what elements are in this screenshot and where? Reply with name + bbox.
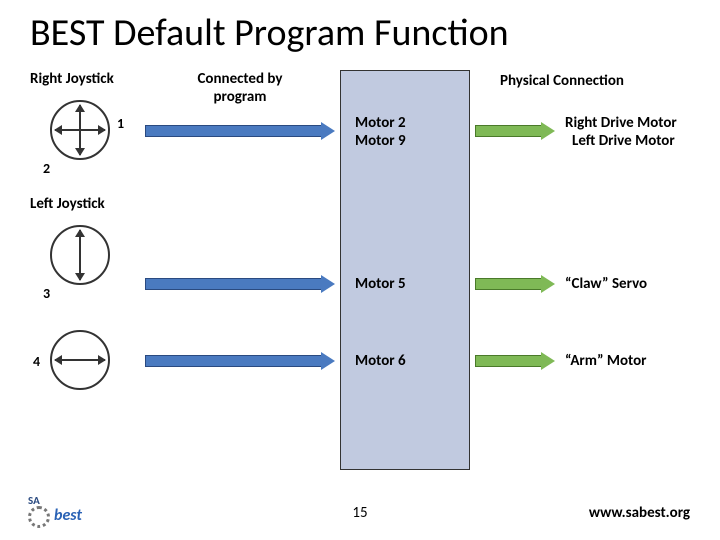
logo-best: best (54, 506, 82, 525)
header-connected: Connected by program (185, 70, 295, 106)
header-physical: Physical Connection (500, 72, 670, 90)
connector-arrow-icon (145, 122, 335, 140)
footer-url: www.sabest.org (589, 504, 690, 522)
gear-icon (28, 506, 50, 528)
physical-label: “Arm” Motor (565, 352, 647, 370)
logo-sa: SA (28, 496, 82, 506)
connector-arrow-icon (475, 352, 555, 370)
page-number: 15 (352, 504, 367, 522)
slide: BEST Default Program Function Right Joys… (0, 0, 720, 540)
axis-number-3: 3 (43, 285, 50, 302)
connector-arrow-icon (145, 352, 335, 370)
motor-label: Motor 9 (355, 132, 475, 150)
slide-title: BEST Default Program Function (30, 10, 509, 56)
motor-label: Motor 6 (355, 352, 475, 370)
arrow-axis-horizontal-icon (55, 359, 105, 361)
header-left-joystick: Left Joystick (30, 195, 105, 213)
arrow-axis-vertical-icon (79, 105, 81, 155)
motor-label: Motor 2 (355, 114, 475, 132)
axis-number-1: 1 (117, 115, 124, 132)
header-right-joystick: Right Joystick (30, 70, 130, 88)
axis-number-4: 4 (33, 353, 40, 370)
motor-label: Motor 5 (355, 275, 475, 293)
physical-label: “Claw” Servo (565, 275, 647, 293)
logo: SA best (28, 496, 82, 528)
connector-arrow-icon (145, 275, 335, 293)
arrow-axis-vertical-icon (79, 230, 81, 280)
physical-label: Left Drive Motor (572, 132, 675, 150)
physical-label: Right Drive Motor (565, 114, 677, 132)
axis-number-2: 2 (43, 160, 50, 177)
connector-arrow-icon (475, 275, 555, 293)
connector-arrow-icon (475, 122, 555, 140)
